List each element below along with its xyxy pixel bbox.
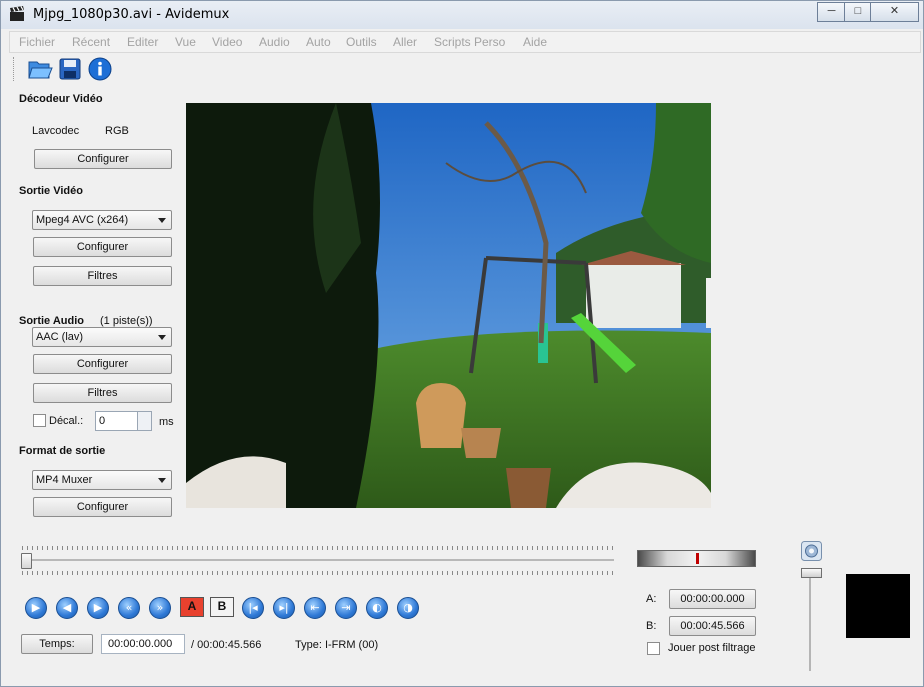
output-format-title: Format de sortie [19, 445, 106, 457]
menu-vue[interactable]: Vue [175, 35, 196, 49]
audio-shift-checkbox[interactable] [33, 414, 46, 427]
next-keyframe-icon[interactable]: ⇥ [335, 597, 357, 619]
open-file-icon[interactable] [27, 56, 53, 82]
decoder-format: RGB [105, 125, 129, 137]
video-frame-image [186, 103, 711, 508]
menu-scripts-perso[interactable]: Scripts Perso [434, 35, 505, 49]
next-black-frame-icon[interactable]: ◑ [397, 597, 419, 619]
post-filter-label: Jouer post filtrage [668, 642, 756, 654]
menu-aller[interactable]: Aller [393, 35, 417, 49]
current-time-field[interactable]: 00:00:00.000 [101, 634, 185, 654]
menu-editer[interactable]: Editer [127, 35, 158, 49]
marker-a-label: A: [646, 593, 657, 605]
previous-black-frame-icon[interactable]: ◐ [366, 597, 388, 619]
maximize-button[interactable]: □ [844, 2, 872, 22]
audio-shift-unit: ms [159, 416, 174, 428]
rewind-icon[interactable]: « [118, 597, 140, 619]
clapperboard-icon [10, 6, 24, 21]
marker-b-time-button[interactable]: 00:00:45.566 [669, 616, 756, 636]
audio-codec-select[interactable]: AAC (lav) [32, 327, 172, 347]
jog-shuttle[interactable] [637, 550, 756, 567]
timeline-ticks-bottom [22, 571, 614, 575]
video-output-title: Sortie Vidéo [19, 185, 83, 197]
go-to-marker-a-icon[interactable]: |◂ [242, 597, 264, 619]
audio-codec-value: AAC (lav) [36, 331, 84, 343]
audio-output-title: Sortie Audio [19, 315, 84, 327]
audio-track-count: (1 piste(s)) [100, 315, 153, 327]
audio-meter [846, 574, 910, 638]
volume-slider-thumb[interactable] [801, 568, 822, 578]
decoder-configure-button[interactable]: Configurer [34, 149, 172, 169]
menu-audio[interactable]: Audio [259, 35, 290, 49]
minimize-button[interactable]: ─ [817, 2, 846, 22]
info-icon[interactable] [87, 56, 113, 82]
output-format-value: MP4 Muxer [36, 474, 93, 486]
toolbar [9, 53, 919, 85]
save-icon[interactable] [57, 56, 83, 82]
volume-icon[interactable] [801, 541, 822, 561]
fast-forward-icon[interactable]: » [149, 597, 171, 619]
video-codec-value: Mpeg4 AVC (x264) [36, 214, 129, 226]
output-format-select[interactable]: MP4 Muxer [32, 470, 172, 490]
menu-recent[interactable]: Récent [72, 35, 110, 49]
post-filter-checkbox[interactable] [647, 642, 660, 655]
menu-bar: Fichier Récent Editer Vue Video Audio Au… [9, 31, 921, 53]
audio-shift-label: Décal.: [49, 415, 84, 427]
chevron-down-icon [158, 218, 166, 223]
marker-a-time-button[interactable]: 00:00:00.000 [669, 589, 756, 609]
video-configure-button[interactable]: Configurer [33, 237, 172, 257]
prev-frame-icon[interactable]: ◀ [56, 597, 78, 619]
video-filters-button[interactable]: Filtres [33, 266, 172, 286]
frame-type: Type: I-FRM (00) [295, 639, 379, 651]
chevron-down-icon [158, 478, 166, 483]
previous-keyframe-icon[interactable]: ⇤ [304, 597, 326, 619]
play-icon[interactable]: ▶ [25, 597, 47, 619]
go-to-marker-b-icon[interactable]: ▸| [273, 597, 295, 619]
volume-slider[interactable] [809, 571, 811, 671]
timeline-slider-thumb[interactable] [21, 553, 32, 569]
main-window: Mjpg_1080p30.avi - Avidemux ─ □ ✕ Fichie… [0, 0, 924, 687]
video-codec-select[interactable]: Mpeg4 AVC (x264) [32, 210, 172, 230]
marker-b-label: B: [646, 620, 657, 632]
menu-video[interactable]: Video [212, 35, 242, 49]
audio-shift-spinbox[interactable]: 0 [95, 411, 152, 431]
set-marker-a-button[interactable]: A [180, 597, 204, 617]
toolbar-grip[interactable] [13, 57, 17, 81]
time-button[interactable]: Temps: [21, 634, 93, 654]
timeline-ticks-top [22, 546, 614, 550]
next-frame-icon[interactable]: ▶ [87, 597, 109, 619]
audio-shift-value: 0 [99, 415, 106, 427]
title-bar: Mjpg_1080p30.avi - Avidemux ─ □ ✕ [1, 1, 923, 29]
video-decoder-title: Décodeur Vidéo [19, 93, 103, 105]
audio-filters-button[interactable]: Filtres [33, 383, 172, 403]
jog-indicator [696, 553, 699, 564]
set-marker-b-button[interactable]: B [210, 597, 234, 617]
total-time: / 00:00:45.566 [191, 639, 262, 651]
timeline-slider[interactable] [22, 559, 614, 561]
audio-configure-button[interactable]: Configurer [33, 354, 172, 374]
menu-outils[interactable]: Outils [346, 35, 377, 49]
chevron-down-icon [158, 335, 166, 340]
close-button[interactable]: ✕ [870, 2, 919, 22]
window-title: Mjpg_1080p30.avi - Avidemux [33, 7, 230, 22]
decoder-codec: Lavcodec [32, 125, 80, 137]
video-preview[interactable] [186, 103, 711, 508]
menu-fichier[interactable]: Fichier [19, 35, 55, 49]
menu-auto[interactable]: Auto [306, 35, 331, 49]
menu-aide[interactable]: Aide [523, 35, 547, 49]
output-format-configure-button[interactable]: Configurer [33, 497, 172, 517]
spin-down-icon[interactable] [137, 421, 151, 430]
